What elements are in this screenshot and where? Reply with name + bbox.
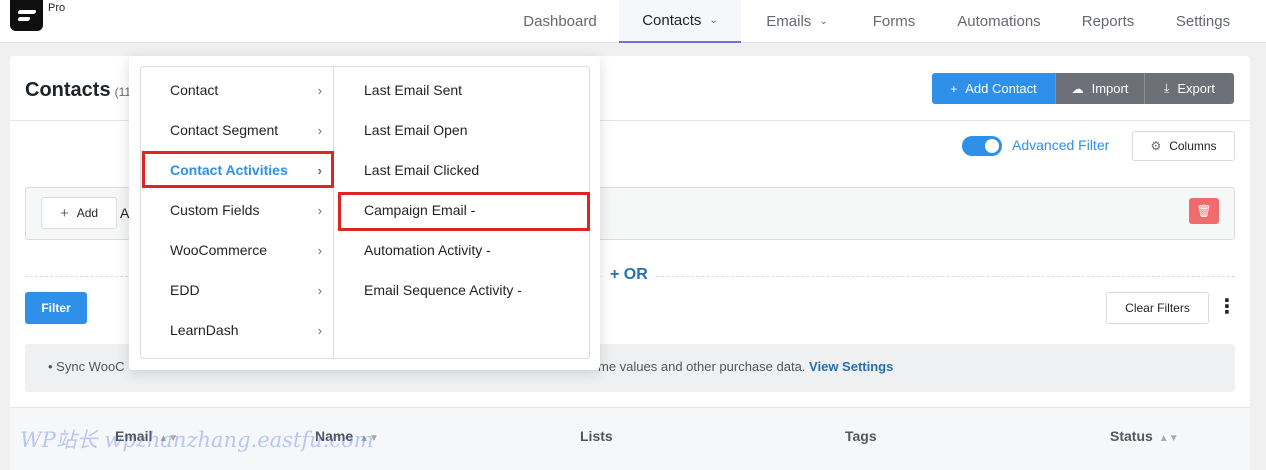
plus-icon: + — [950, 81, 958, 96]
notice-text-start: • Sync WooC — [48, 359, 125, 374]
chevron-right-icon: › — [317, 282, 322, 298]
trash-icon: 🗑 — [1196, 204, 1212, 218]
apply-filter-button[interactable]: Filter — [25, 292, 87, 324]
export-button[interactable]: ⤓ Export — [1144, 73, 1234, 104]
dropdown-divider — [333, 66, 334, 359]
nav-automations[interactable]: Automations — [944, 0, 1054, 43]
submenu-item-email-sequence-activity[interactable]: Email Sequence Activity - — [336, 272, 589, 308]
download-icon: ⤓ — [1164, 81, 1170, 95]
filter-condition-text: A — [120, 205, 130, 221]
chevron-right-icon: › — [317, 242, 322, 258]
column-header-status[interactable]: Status ▲▼ — [1110, 428, 1179, 444]
plus-icon: + — [610, 266, 624, 283]
page-title: Contacts (11 — [25, 79, 131, 102]
add-contact-button[interactable]: + Add Contact — [932, 73, 1055, 104]
submenu-item-automation-activity[interactable]: Automation Activity - — [336, 232, 589, 268]
gear-icon: ⚙ — [1150, 139, 1162, 153]
add-contact-label: Add Contact — [965, 81, 1037, 96]
menu-item-label: EDD — [170, 282, 200, 298]
columns-label: Columns — [1169, 139, 1217, 153]
view-settings-link[interactable]: View Settings — [809, 359, 893, 374]
import-label: Import — [1091, 81, 1129, 96]
clear-filters-label: Clear Filters — [1125, 301, 1190, 315]
plus-icon: + — [59, 204, 69, 222]
chevron-right-icon: › — [317, 122, 322, 138]
submenu-item-label: Last Email Open — [364, 122, 468, 138]
nav-forms-label: Forms — [872, 13, 916, 30]
advanced-filter-label[interactable]: Advanced Filter — [1012, 137, 1109, 153]
menu-item-edd[interactable]: EDD › — [142, 272, 332, 308]
highlight-contact-activities — [142, 151, 334, 188]
nav-dashboard[interactable]: Dashboard — [509, 0, 611, 43]
nav-reports[interactable]: Reports — [1070, 0, 1146, 43]
column-header-tags: Tags — [845, 428, 877, 444]
add-filter-label: Add — [76, 206, 99, 220]
nav-contacts[interactable]: Contacts ⌄ — [619, 0, 741, 43]
column-lists-label: Lists — [580, 428, 613, 444]
submenu-item-last-email-sent[interactable]: Last Email Sent — [336, 72, 589, 108]
menu-item-label: WooCommerce — [170, 242, 267, 258]
app-logo[interactable] — [10, 0, 43, 31]
submenu-item-label: Last Email Sent — [364, 82, 463, 98]
nav-automations-label: Automations — [957, 13, 1041, 30]
cloud-upload-icon: ☁ — [1071, 81, 1084, 96]
toggle-knob — [985, 139, 999, 153]
or-label: OR — [623, 266, 648, 283]
pro-badge: Pro — [48, 2, 66, 14]
columns-button[interactable]: ⚙ Columns — [1132, 131, 1235, 161]
column-header-lists: Lists — [580, 428, 613, 444]
nav-settings[interactable]: Settings — [1162, 0, 1244, 43]
export-label: Export — [1177, 81, 1215, 96]
kebab-icon[interactable]: ⋮ — [1217, 296, 1237, 318]
submenu-item-label: Automation Activity - — [364, 242, 491, 258]
add-or-group-button[interactable]: + OR — [602, 266, 656, 284]
add-filter-button[interactable]: + Add — [41, 197, 117, 229]
column-tags-label: Tags — [845, 428, 877, 444]
advanced-filter-toggle[interactable] — [962, 136, 1002, 156]
nav-reports-label: Reports — [1081, 13, 1135, 30]
nav-forms[interactable]: Forms — [860, 0, 928, 43]
menu-item-label: Custom Fields — [170, 202, 260, 218]
submenu-item-last-email-clicked[interactable]: Last Email Clicked — [336, 152, 589, 188]
nav-dashboard-label: Dashboard — [523, 13, 597, 30]
menu-item-woocommerce[interactable]: WooCommerce › — [142, 232, 332, 268]
chevron-right-icon: › — [317, 202, 322, 218]
menu-item-learndash[interactable]: LearnDash › — [142, 312, 332, 348]
filter-button-label: Filter — [41, 301, 71, 315]
page-title-text: Contacts — [25, 79, 111, 101]
submenu-item-label: Last Email Clicked — [364, 162, 480, 178]
submenu-item-last-email-open[interactable]: Last Email Open — [336, 112, 589, 148]
menu-item-label: LearnDash — [170, 322, 239, 338]
notice-text-middle: me values and other purchase data. — [598, 359, 806, 374]
chevron-right-icon: › — [317, 322, 322, 338]
clear-filters-button[interactable]: Clear Filters — [1106, 292, 1209, 324]
column-status-label: Status — [1110, 428, 1153, 444]
menu-item-contact[interactable]: Contact › — [142, 72, 332, 108]
chevron-right-icon: › — [317, 82, 322, 98]
highlight-campaign-email — [338, 192, 590, 231]
menu-item-label: Contact Segment — [170, 122, 279, 138]
logo-stroke — [17, 17, 31, 21]
menu-item-custom-fields[interactable]: Custom Fields › — [142, 192, 332, 228]
submenu-item-label: Email Sequence Activity - — [364, 282, 522, 298]
sort-icon[interactable]: ▲▼ — [1159, 433, 1179, 444]
chevron-down-icon: ⌄ — [709, 15, 718, 26]
header-actions: + Add Contact ☁ Import ⤓ Export — [932, 73, 1234, 104]
watermark: WP站长 wpzhanzhang.eastfu.com — [20, 428, 374, 452]
nav-settings-label: Settings — [1175, 13, 1231, 30]
logo-stroke — [17, 10, 37, 14]
delete-filter-button[interactable]: 🗑 — [1189, 198, 1219, 224]
nav-emails-label: Emails — [766, 13, 812, 30]
menu-item-label: Contact — [170, 82, 219, 98]
chevron-down-icon: ⌄ — [819, 16, 828, 27]
menu-item-contact-segment[interactable]: Contact Segment › — [142, 112, 332, 148]
nav-emails[interactable]: Emails ⌄ — [749, 0, 845, 43]
notice-text-end: me values and other purchase data. View … — [598, 359, 893, 374]
nav-contacts-label: Contacts — [642, 12, 702, 29]
import-button[interactable]: ☁ Import — [1055, 73, 1144, 104]
